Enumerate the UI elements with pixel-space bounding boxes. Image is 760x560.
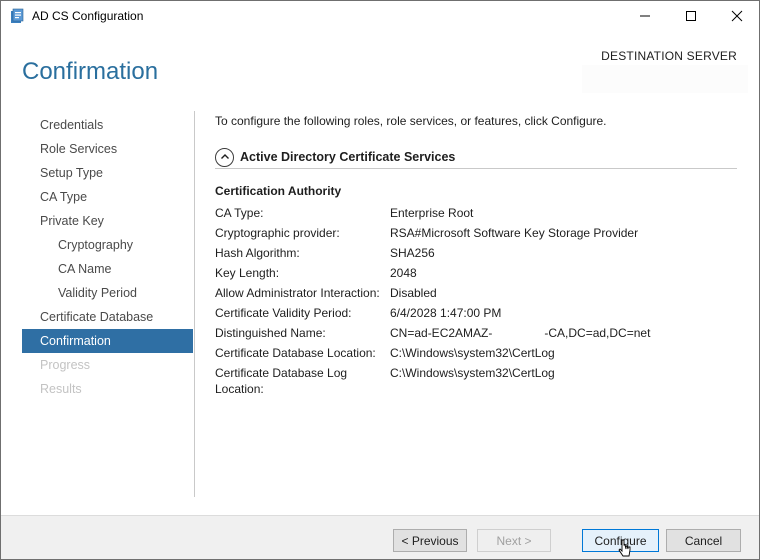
- collapse-section-button[interactable]: [215, 147, 234, 167]
- title-bar[interactable]: AD CS Configuration: [1, 1, 759, 31]
- distinguished-name-value: CN=ad-EC2AMAZ- -CA,DC=ad,DC=net: [390, 323, 650, 343]
- property-label: Certificate Database Location:: [215, 346, 376, 360]
- wizard-nav: Credentials Role Services Setup Type CA …: [22, 113, 193, 401]
- group-title: Certification Authority: [215, 184, 342, 198]
- nav-divider: [194, 111, 195, 497]
- wizard-window: AD CS Configuration Confirmation DESTINA…: [0, 0, 760, 560]
- property-row: Certificate Validity Period: 6/4/2028 1:…: [215, 303, 737, 323]
- property-label: Certificate Database Log Location:: [215, 366, 348, 396]
- confirmation-panel: To configure the following roles, role s…: [215, 111, 737, 397]
- server-manager-icon: [11, 8, 24, 23]
- property-row: Certificate Database Location: C:\Window…: [215, 343, 737, 363]
- nav-item-ca-name[interactable]: CA Name: [22, 257, 193, 281]
- previous-button[interactable]: < Previous: [393, 529, 467, 552]
- intro-text: To configure the following roles, role s…: [215, 114, 607, 128]
- section-divider: [215, 168, 737, 169]
- property-label: Key Length:: [215, 266, 280, 280]
- property-row: Allow Administrator Interaction: Disable…: [215, 283, 737, 303]
- chevron-up-icon: [220, 154, 229, 159]
- page-title: Confirmation: [22, 58, 159, 85]
- dn-prefix: CN=ad-EC2AMAZ-: [390, 326, 493, 340]
- nav-item-results: Results: [40, 382, 82, 396]
- property-value: C:\Windows\system32\CertLog: [390, 366, 555, 380]
- property-value: Enterprise Root: [390, 206, 474, 220]
- property-label: Allow Administrator Interaction:: [215, 286, 380, 300]
- nav-item-confirmation[interactable]: Confirmation: [22, 329, 193, 353]
- nav-item-ca-type[interactable]: CA Type: [22, 185, 193, 209]
- button-bar: < Previous Next > Configure Cancel: [1, 515, 759, 559]
- nav-item-certificate-database[interactable]: Certificate Database: [22, 305, 193, 329]
- property-label: CA Type:: [215, 206, 264, 220]
- nav-item-progress: Progress: [40, 358, 91, 372]
- next-button: Next >: [477, 529, 551, 552]
- minimize-button[interactable]: [622, 1, 668, 31]
- property-row: Certificate Database Log Location: C:\Wi…: [215, 363, 737, 397]
- destination-server-value: [582, 65, 748, 93]
- minimize-icon: [640, 15, 650, 17]
- maximize-icon: [686, 11, 696, 21]
- redacted-block: [492, 327, 545, 340]
- property-row: Cryptographic provider: RSA#Microsoft So…: [215, 223, 737, 243]
- section-title: Active Directory Certificate Services: [240, 150, 456, 164]
- nav-item-role-services[interactable]: Role Services: [22, 137, 193, 161]
- property-value: C:\Windows\system32\CertLog: [390, 346, 555, 360]
- property-label: Certificate Validity Period:: [215, 306, 352, 320]
- destination-server-label: DESTINATION SERVER: [601, 49, 737, 63]
- property-value: Disabled: [390, 286, 437, 300]
- nav-item-credentials[interactable]: Credentials: [22, 113, 193, 137]
- property-value: SHA256: [390, 246, 435, 260]
- property-label: Cryptographic provider:: [215, 226, 340, 240]
- property-row: Key Length: 2048: [215, 263, 737, 283]
- close-button[interactable]: [714, 1, 760, 31]
- property-value: 6/4/2028 1:47:00 PM: [390, 306, 502, 320]
- property-label: Hash Algorithm:: [215, 246, 300, 260]
- property-list: CA Type: Enterprise Root Cryptographic p…: [215, 203, 737, 397]
- mouse-cursor-icon: [618, 539, 631, 557]
- property-row: Hash Algorithm: SHA256: [215, 243, 737, 263]
- property-label: Distinguished Name:: [215, 326, 326, 340]
- property-row: CA Type: Enterprise Root: [215, 203, 737, 223]
- nav-item-validity-period[interactable]: Validity Period: [22, 281, 193, 305]
- property-row: Distinguished Name: CN=ad-EC2AMAZ- -CA,DC…: [215, 323, 737, 343]
- section-header: Active Directory Certificate Services: [215, 146, 737, 168]
- property-value: RSA#Microsoft Software Key Storage Provi…: [390, 226, 639, 240]
- maximize-button[interactable]: [668, 1, 714, 31]
- dn-suffix: -CA,DC=ad,DC=net: [544, 326, 651, 340]
- window-title: AD CS Configuration: [32, 9, 144, 23]
- nav-item-cryptography[interactable]: Cryptography: [22, 233, 193, 257]
- property-value: 2048: [390, 266, 417, 280]
- cancel-button[interactable]: Cancel: [666, 529, 741, 552]
- nav-item-setup-type[interactable]: Setup Type: [22, 161, 193, 185]
- close-icon: [731, 10, 743, 22]
- nav-item-private-key[interactable]: Private Key: [22, 209, 193, 233]
